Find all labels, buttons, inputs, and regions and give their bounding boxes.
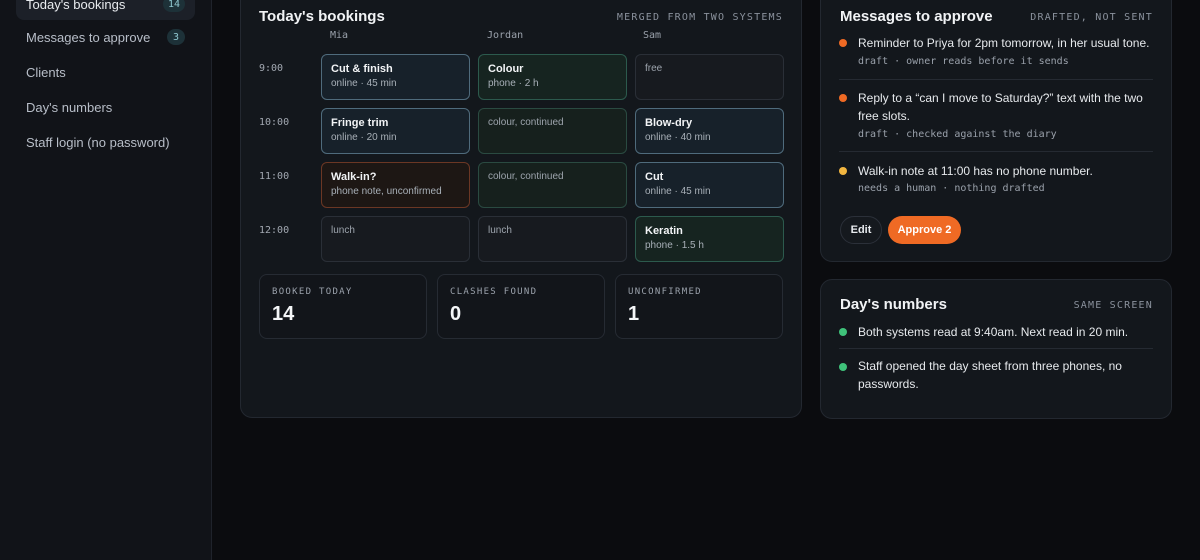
sidebar-item-messages-to-approve[interactable]: Messages to approve 3 (16, 21, 195, 53)
divider (839, 151, 1153, 152)
booking-detail: online · 45 min (331, 78, 397, 89)
booking-slot[interactable]: Blow-dry online · 40 min (635, 108, 784, 154)
sidebar-item-label: Clients (26, 64, 66, 80)
stat-value: 0 (450, 303, 462, 325)
numbers-title: Day's numbers (840, 296, 947, 313)
sidebar-item-clients[interactable]: Clients (16, 56, 195, 88)
slot-note: lunch (488, 225, 512, 236)
booking-service: Cut & finish (331, 63, 393, 75)
continued-slot[interactable]: colour, continued (478, 162, 627, 208)
status-dot (839, 167, 847, 175)
staff-column-header: Sam (643, 30, 662, 41)
message-draft[interactable]: Reply to a “can I move to Saturday?” tex… (839, 89, 1154, 140)
sidebar-item-label: Day's numbers (26, 99, 113, 115)
message-text: Reminder to Priya for 2pm tomorrow, in h… (858, 36, 1150, 50)
approve-button[interactable]: Approve 2 (888, 216, 961, 244)
divider (839, 348, 1153, 349)
stat-unconfirmed: UNCONFIRMED 1 (615, 274, 783, 339)
numbers-text: Staff opened the day sheet from three ph… (858, 359, 1122, 391)
bookings-title: Today's bookings (259, 8, 385, 25)
booking-service: Fringe trim (331, 117, 389, 129)
unconfirmed-slot[interactable]: Walk-in? phone note, unconfirmed (321, 162, 470, 208)
bookings-panel: Today's bookings MERGED FROM TWO SYSTEMS… (240, 0, 802, 418)
count-badge: 14 (162, 0, 185, 12)
bookings-source-tag: MERGED FROM TWO SYSTEMS (616, 12, 783, 23)
lunch-slot[interactable]: lunch (478, 216, 627, 262)
sidebar-item-label: Messages to approve (26, 29, 151, 45)
booking-slot[interactable]: Keratin phone · 1.5 h (635, 216, 784, 262)
time-label: 9:00 (259, 63, 284, 74)
booking-service: Cut (645, 171, 664, 183)
slot-note: colour, continued (488, 117, 564, 128)
booking-slot[interactable]: Cut & finish online · 45 min (321, 54, 470, 100)
lunch-slot[interactable]: lunch (321, 216, 470, 262)
stat-label: BOOKED TODAY (272, 287, 353, 297)
stat-booked-today: BOOKED TODAY 14 (259, 274, 427, 339)
status-dot (839, 39, 847, 47)
stat-clashes-found: CLASHES FOUND 0 (437, 274, 605, 339)
booking-detail: phone · 1.5 h (645, 240, 704, 251)
staff-column-header: Mia (330, 30, 349, 41)
message-needs-human[interactable]: Walk-in note at 11:00 has no phone numbe… (839, 162, 1154, 198)
stat-value: 1 (628, 303, 640, 325)
status-dot (839, 94, 847, 102)
sidebar: Today's bookings 14 Messages to approve … (0, 0, 212, 560)
edit-button[interactable]: Edit (840, 216, 882, 244)
message-text: Walk-in note at 11:00 has no phone numbe… (858, 164, 1093, 178)
numbers-item: Staff opened the day sheet from three ph… (839, 357, 1154, 397)
status-dot (839, 328, 847, 336)
numbers-item: Both systems read at 9:40am. Next read i… (839, 323, 1154, 343)
messages-status-tag: DRAFTED, NOT SENT (1030, 12, 1153, 23)
continued-slot[interactable]: colour, continued (478, 108, 627, 154)
divider (839, 79, 1153, 80)
messages-title: Messages to approve (840, 8, 993, 25)
booking-service: Colour (488, 63, 524, 75)
sidebar-item-staff-login[interactable]: Staff login (no password) (16, 126, 195, 158)
messages-panel: Messages to approve DRAFTED, NOT SENT Re… (820, 0, 1172, 262)
days-numbers-panel: Day's numbers SAME SCREEN Both systems r… (820, 279, 1172, 419)
booking-service: Keratin (645, 225, 683, 237)
count-badge: 3 (167, 29, 185, 45)
time-label: 12:00 (259, 225, 290, 236)
free-slot[interactable]: free (635, 54, 784, 100)
slot-note: free (645, 63, 663, 74)
booking-service: Blow-dry (645, 117, 693, 129)
message-meta: needs a human · nothing drafted (858, 183, 1045, 194)
booking-detail: online · 45 min (645, 186, 711, 197)
stat-label: CLASHES FOUND (450, 287, 538, 297)
status-dot (839, 363, 847, 371)
booking-detail: phone note, unconfirmed (331, 186, 442, 197)
numbers-tag: SAME SCREEN (1073, 300, 1153, 311)
slot-note: lunch (331, 225, 355, 236)
message-text: Reply to a “can I move to Saturday?” tex… (858, 91, 1143, 123)
booking-detail: online · 20 min (331, 132, 397, 143)
booking-detail: phone · 2 h (488, 78, 539, 89)
time-label: 11:00 (259, 171, 290, 182)
sidebar-item-label: Staff login (no password) (26, 134, 170, 150)
numbers-text: Both systems read at 9:40am. Next read i… (858, 325, 1129, 339)
message-meta: draft · checked against the diary (858, 129, 1057, 140)
sidebar-item-todays-bookings[interactable]: Today's bookings 14 (16, 0, 195, 20)
staff-column-header: Jordan (487, 30, 524, 41)
booking-service: Walk-in? (331, 171, 377, 183)
sidebar-item-label: Today's bookings (26, 0, 126, 12)
booking-slot[interactable]: Colour phone · 2 h (478, 54, 627, 100)
sidebar-item-days-numbers[interactable]: Day's numbers (16, 91, 195, 123)
stat-label: UNCONFIRMED (628, 287, 702, 297)
booking-slot[interactable]: Cut online · 45 min (635, 162, 784, 208)
slot-note: colour, continued (488, 171, 564, 182)
booking-slot[interactable]: Fringe trim online · 20 min (321, 108, 470, 154)
message-meta: draft · owner reads before it sends (858, 56, 1069, 67)
booking-detail: online · 40 min (645, 132, 711, 143)
time-label: 10:00 (259, 117, 290, 128)
message-draft[interactable]: Reminder to Priya for 2pm tomorrow, in h… (839, 34, 1154, 74)
stat-value: 14 (272, 303, 295, 325)
